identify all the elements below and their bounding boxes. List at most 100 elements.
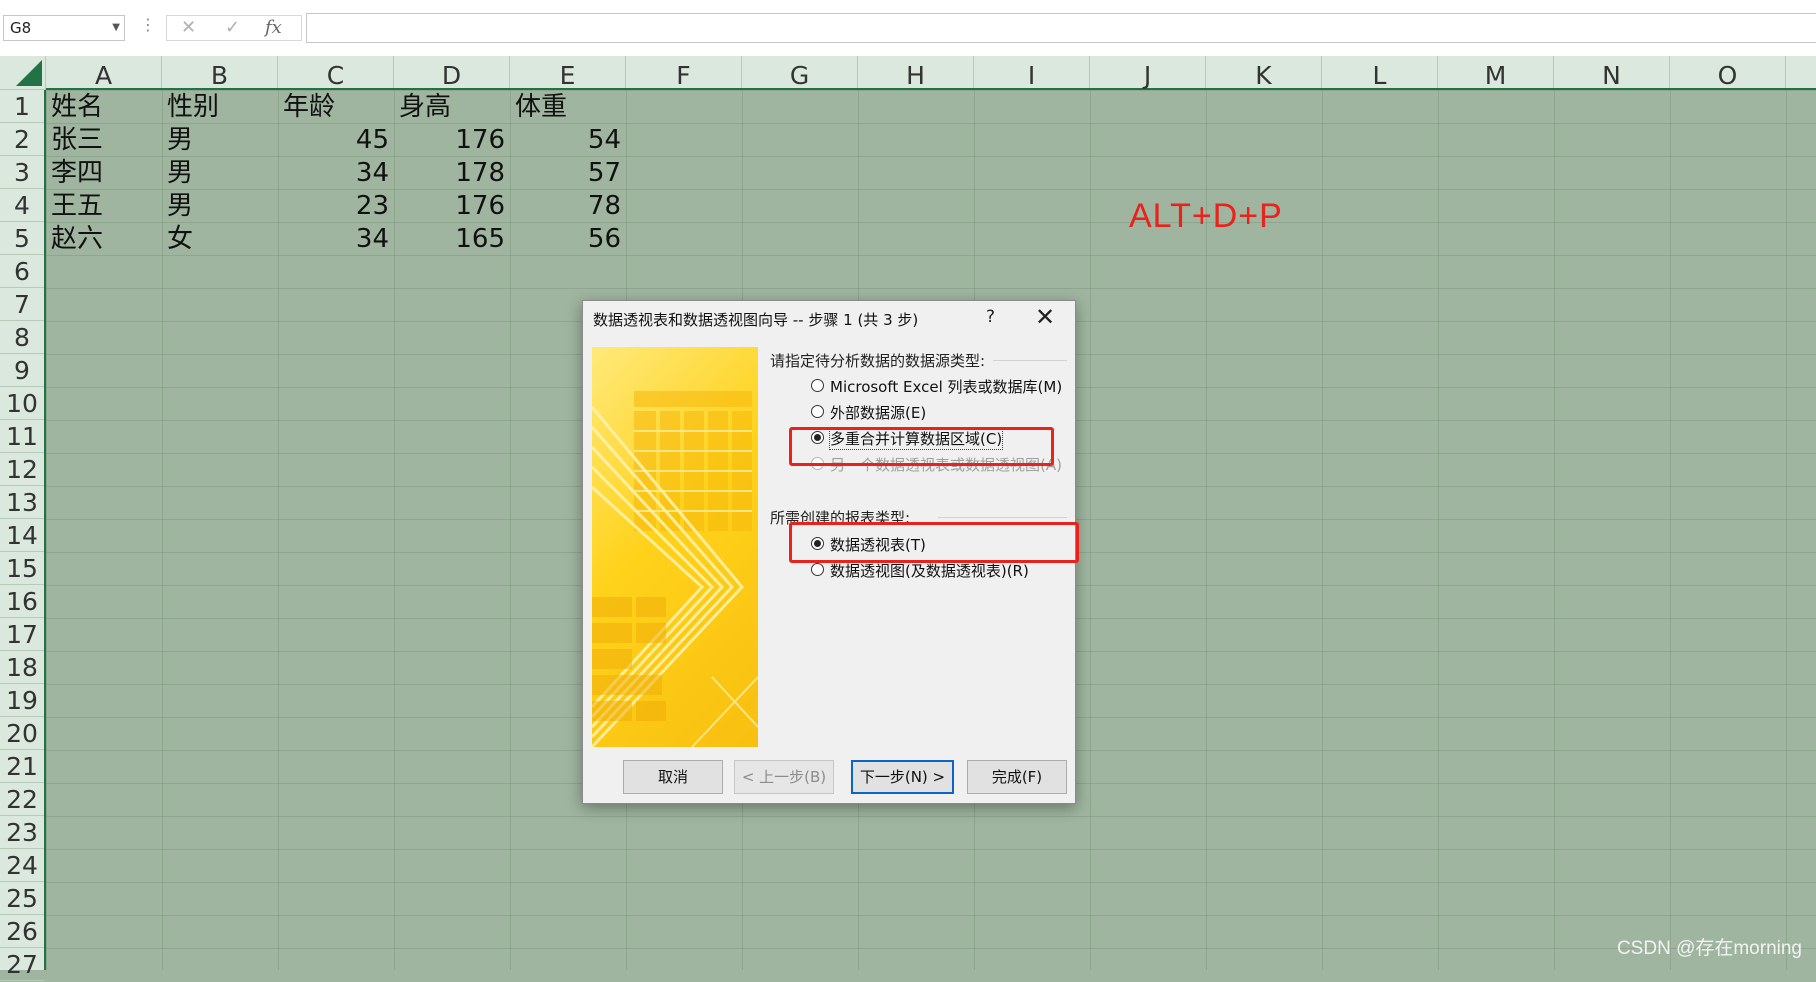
more-icon: ⋮ bbox=[140, 15, 156, 34]
formula-bar: G8 ▼ ⋮ ✕ ✓ fx bbox=[0, 0, 1816, 57]
column-header-K[interactable]: K bbox=[1206, 56, 1322, 90]
row-header-4[interactable]: 4 bbox=[0, 189, 44, 222]
formula-input[interactable] bbox=[306, 13, 1816, 43]
row-header-1[interactable]: 1 bbox=[0, 90, 44, 123]
row-header-19[interactable]: 19 bbox=[0, 684, 44, 717]
row-header-18[interactable]: 18 bbox=[0, 651, 44, 684]
column-header-L[interactable]: L bbox=[1322, 56, 1438, 90]
dialog-title: 数据透视表和数据透视图向导 -- 步骤 1 (共 3 步) bbox=[593, 311, 919, 329]
column-header-D[interactable]: D bbox=[394, 56, 510, 90]
column-header-C[interactable]: C bbox=[278, 56, 394, 90]
wizard-illustration bbox=[592, 347, 758, 747]
column-header-bar: ABCDEFGHIJKLMNO bbox=[46, 56, 1816, 90]
help-icon[interactable]: ? bbox=[986, 307, 995, 327]
column-header-I[interactable]: I bbox=[974, 56, 1090, 90]
cell-A3[interactable]: 李四 bbox=[46, 156, 162, 189]
row-header-27[interactable]: 27 bbox=[0, 948, 44, 981]
column-header-N[interactable]: N bbox=[1554, 56, 1670, 90]
row-header-22[interactable]: 22 bbox=[0, 783, 44, 816]
row-header-16[interactable]: 16 bbox=[0, 585, 44, 618]
row-header-bar: 1 2 3 4 5 6 7 8 9 10 11 12 13 14 15 16 17 18 19 20 21 22 23 24 2… bbox=[0, 90, 46, 981]
name-box-value: G8 bbox=[10, 19, 32, 37]
cell-A2[interactable]: 张三 bbox=[46, 123, 162, 156]
row-header-25[interactable]: 25 bbox=[0, 882, 44, 915]
select-all-triangle-icon bbox=[16, 60, 42, 86]
cell-C1[interactable]: 年龄 bbox=[278, 90, 394, 123]
cancel-button[interactable]: 取消 bbox=[623, 760, 723, 794]
cell-A5[interactable]: 赵六 bbox=[46, 222, 162, 255]
next-button[interactable]: 下一步(N) > bbox=[851, 760, 954, 794]
highlight-box-report bbox=[789, 522, 1079, 563]
cell-D3[interactable]: 178 bbox=[394, 156, 510, 189]
cell-C5[interactable]: 34 bbox=[278, 222, 394, 255]
divider bbox=[993, 360, 1067, 361]
radio-button[interactable] bbox=[811, 379, 824, 392]
row-header-17[interactable]: 17 bbox=[0, 618, 44, 651]
row-header-11[interactable]: 11 bbox=[0, 420, 44, 453]
fx-icon[interactable]: fx bbox=[265, 17, 282, 38]
row-header-26[interactable]: 26 bbox=[0, 915, 44, 948]
cell-E5[interactable]: 56 bbox=[510, 222, 626, 255]
radio-label: 外部数据源(E) bbox=[830, 404, 927, 422]
radio-label: 数据透视图(及数据透视表)(R) bbox=[830, 562, 1029, 580]
back-button[interactable]: < 上一步(B) bbox=[734, 760, 834, 794]
cell-A1[interactable]: 姓名 bbox=[46, 90, 162, 123]
enter-icon[interactable]: ✓ bbox=[225, 17, 240, 38]
cell-E3[interactable]: 57 bbox=[510, 156, 626, 189]
cell-C3[interactable]: 34 bbox=[278, 156, 394, 189]
watermark: CSDN @存在morning bbox=[1616, 938, 1802, 959]
close-icon[interactable]: ✕ bbox=[1035, 303, 1055, 331]
row-header-5[interactable]: 5 bbox=[0, 222, 44, 255]
column-header-O[interactable]: O bbox=[1670, 56, 1786, 90]
row-header-23[interactable]: 23 bbox=[0, 816, 44, 849]
row-header-24[interactable]: 24 bbox=[0, 849, 44, 882]
column-header-A[interactable]: A bbox=[46, 56, 162, 90]
column-header-E[interactable]: E bbox=[510, 56, 626, 90]
cell-E1[interactable]: 体重 bbox=[510, 90, 626, 123]
formula-buttons: ✕ ✓ fx bbox=[166, 15, 302, 41]
cell-C4[interactable]: 23 bbox=[278, 189, 394, 222]
cell-B3[interactable]: 男 bbox=[162, 156, 278, 189]
cell-C2[interactable]: 45 bbox=[278, 123, 394, 156]
cell-D1[interactable]: 身高 bbox=[394, 90, 510, 123]
chevron-down-icon[interactable]: ▼ bbox=[112, 16, 120, 40]
cell-D5[interactable]: 165 bbox=[394, 222, 510, 255]
row-header-21[interactable]: 21 bbox=[0, 750, 44, 783]
row-header-14[interactable]: 14 bbox=[0, 519, 44, 552]
column-header-J[interactable]: J bbox=[1090, 56, 1206, 90]
select-all-corner[interactable] bbox=[0, 56, 46, 90]
radio-button[interactable] bbox=[811, 405, 824, 418]
column-header-G[interactable]: G bbox=[742, 56, 858, 90]
cell-B5[interactable]: 女 bbox=[162, 222, 278, 255]
cell-D2[interactable]: 176 bbox=[394, 123, 510, 156]
radio-button[interactable] bbox=[811, 563, 824, 576]
row-header-3[interactable]: 3 bbox=[0, 156, 44, 189]
row-header-6[interactable]: 6 bbox=[0, 255, 44, 288]
row-header-10[interactable]: 10 bbox=[0, 387, 44, 420]
row-header-12[interactable]: 12 bbox=[0, 453, 44, 486]
name-box[interactable]: G8 ▼ bbox=[3, 15, 125, 41]
row-header-9[interactable]: 9 bbox=[0, 354, 44, 387]
column-header-M[interactable]: M bbox=[1438, 56, 1554, 90]
row-header-13[interactable]: 13 bbox=[0, 486, 44, 519]
radio-label: Microsoft Excel 列表或数据库(M) bbox=[830, 378, 1063, 396]
column-header-F[interactable]: F bbox=[626, 56, 742, 90]
cell-E4[interactable]: 78 bbox=[510, 189, 626, 222]
row-header-8[interactable]: 8 bbox=[0, 321, 44, 354]
cell-B1[interactable]: 性别 bbox=[162, 90, 278, 123]
cell-D4[interactable]: 176 bbox=[394, 189, 510, 222]
row-header-15[interactable]: 15 bbox=[0, 552, 44, 585]
cell-B4[interactable]: 男 bbox=[162, 189, 278, 222]
cell-A4[interactable]: 王五 bbox=[46, 189, 162, 222]
column-header-H[interactable]: H bbox=[858, 56, 974, 90]
cell-B2[interactable]: 男 bbox=[162, 123, 278, 156]
row-header-2[interactable]: 2 bbox=[0, 123, 44, 156]
cancel-icon[interactable]: ✕ bbox=[181, 17, 196, 38]
source-type-label: 请指定待分析数据的数据源类型: bbox=[770, 352, 986, 370]
pivot-wizard-dialog: 数据透视表和数据透视图向导 -- 步骤 1 (共 3 步) ? ✕ 请指定待分析… bbox=[582, 300, 1079, 804]
cell-E2[interactable]: 54 bbox=[510, 123, 626, 156]
row-header-7[interactable]: 7 bbox=[0, 288, 44, 321]
column-header-B[interactable]: B bbox=[162, 56, 278, 90]
finish-button[interactable]: 完成(F) bbox=[967, 760, 1067, 794]
row-header-20[interactable]: 20 bbox=[0, 717, 44, 750]
